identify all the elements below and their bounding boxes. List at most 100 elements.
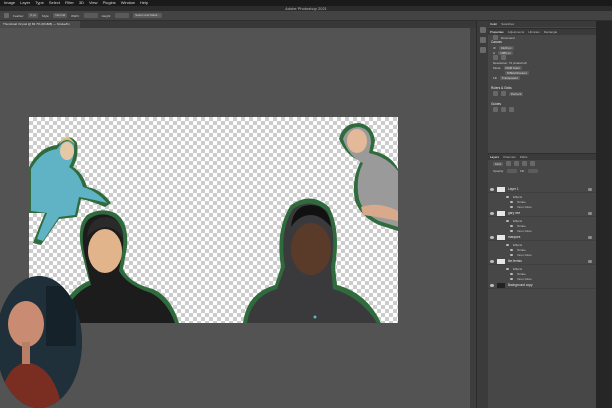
feather-input[interactable]: 0 px (28, 13, 38, 18)
layer-thumbnail (497, 282, 505, 288)
visibility-eye-icon[interactable] (490, 187, 494, 191)
visibility-eye-icon[interactable] (490, 235, 494, 239)
document-label: Document (501, 35, 515, 40)
visibility-eye-icon[interactable] (490, 283, 494, 287)
visibility-eye-icon[interactable] (506, 243, 509, 246)
resize-icon[interactable] (501, 55, 506, 60)
resolution-text: Resolution: 72 pixels/inch (493, 60, 528, 65)
effect-row[interactable]: Inner Glow (488, 204, 596, 209)
fill-label: Fill (493, 75, 497, 80)
guides-color-icon[interactable] (509, 107, 514, 112)
visibility-eye-icon[interactable] (510, 253, 513, 256)
history-icon[interactable] (480, 27, 486, 33)
effect-label: Effects (513, 242, 523, 247)
tab-paths[interactable]: Paths (520, 154, 528, 160)
fill-select[interactable]: Transparent (499, 75, 520, 80)
filter-adjust-icon[interactable] (514, 161, 520, 166)
canvas-height-field[interactable]: 1080 px (498, 50, 513, 55)
grid-icon[interactable] (501, 91, 506, 96)
visibility-eye-icon[interactable] (510, 277, 513, 280)
canvas-artwork (29, 123, 398, 323)
effect-row[interactable]: Inner Glow (488, 228, 596, 233)
properties-icon[interactable] (480, 37, 486, 43)
tab-adjustments[interactable]: Adjustments (508, 29, 525, 35)
bit-depth-select[interactable]: 8 Bits/Channel (505, 70, 529, 75)
orientation-icon[interactable] (493, 55, 498, 60)
layers-icon[interactable] (480, 47, 486, 53)
layer-thumbnail (497, 258, 505, 264)
tab-libraries[interactable]: Libraries (528, 29, 540, 35)
height-input[interactable] (115, 13, 130, 18)
visibility-eye-icon[interactable] (490, 259, 494, 263)
effect-label: Inner Glow (517, 252, 532, 257)
filter-shape-icon[interactable] (530, 161, 536, 166)
filter-pixel-icon[interactable] (506, 161, 512, 166)
presenter-video (0, 276, 82, 408)
visibility-eye-icon[interactable] (510, 272, 513, 275)
webcam-overlay (0, 276, 82, 408)
marquee-tool-icon[interactable] (4, 13, 9, 18)
effect-label: Effects (513, 194, 523, 199)
mode-select[interactable]: RGB Color (503, 65, 523, 70)
effect-label: Stroke (517, 199, 526, 204)
visibility-eye-icon[interactable] (510, 200, 513, 203)
width-input[interactable] (83, 13, 98, 18)
mode-label: Mode (493, 65, 501, 70)
filter-type-icon[interactable] (522, 161, 528, 166)
visibility-eye-icon[interactable] (506, 219, 509, 222)
layer-row[interactable]: Layer 1 (488, 186, 596, 193)
tab-channels[interactable]: Channels (503, 154, 516, 160)
color-panel: Color Swatches (488, 21, 596, 29)
person-cutout-tim (339, 123, 398, 231)
options-bar: Feather: 0 px Style: Normal Width: Heigh… (0, 11, 612, 21)
layer-name: tim ferriss (508, 259, 522, 263)
fx-icon[interactable] (588, 235, 592, 239)
guides-icon[interactable] (493, 107, 498, 112)
person-cutout-gary (65, 210, 179, 323)
visibility-eye-icon[interactable] (490, 211, 494, 215)
style-select[interactable]: Normal (53, 13, 68, 18)
visibility-eye-icon[interactable] (510, 229, 513, 232)
effect-label: Stroke (517, 247, 526, 252)
visibility-eye-icon[interactable] (506, 267, 509, 270)
layer-name: gary vee (508, 211, 521, 215)
layer-row[interactable]: gary vee (488, 210, 596, 217)
guides-lock-icon[interactable] (501, 107, 506, 112)
layer-row[interactable]: marques (488, 234, 596, 241)
person-cutout-marques (243, 198, 381, 323)
effect-label: Inner Glow (517, 204, 532, 209)
canvas-width-field[interactable]: 1920 px (498, 45, 514, 50)
width-letter: W (493, 45, 496, 50)
ruler-icon[interactable] (493, 91, 498, 96)
fx-icon[interactable] (588, 259, 592, 263)
visibility-eye-icon[interactable] (506, 195, 509, 198)
layer-row[interactable]: tim ferriss (488, 258, 596, 265)
layer-name: Layer 1 (508, 187, 519, 191)
width-label: Width: (71, 13, 80, 18)
select-and-mask-button[interactable]: Select and Mask... (133, 13, 162, 18)
layer-thumbnail (497, 186, 505, 192)
layer-row-background[interactable]: Background copy (488, 282, 596, 289)
tab-color[interactable]: Color (490, 21, 497, 27)
tab-layers[interactable]: Layers (490, 154, 499, 160)
fx-icon[interactable] (588, 211, 592, 215)
effect-row[interactable]: Inner Glow (488, 276, 596, 281)
effect-row[interactable]: Inner Glow (488, 252, 596, 257)
effect-label: Stroke (517, 271, 526, 276)
style-label: Style: (41, 13, 50, 18)
opacity-field[interactable] (507, 168, 518, 173)
visibility-eye-icon[interactable] (510, 248, 513, 251)
ruler-units-select[interactable]: Percent (509, 91, 524, 96)
visibility-eye-icon[interactable] (510, 205, 513, 208)
layer-filter-kind[interactable]: Kind (493, 161, 504, 166)
fx-icon[interactable] (588, 187, 592, 191)
layer-thumbnail (497, 210, 505, 216)
tab-rectangle[interactable]: Rectangle (544, 29, 558, 35)
document-tabs: Thumbnail V2.psd @ 66.7% (RGB/8) — Strok… (0, 21, 476, 28)
layer-fill-field[interactable] (527, 168, 538, 173)
height-label: Height: (101, 13, 112, 18)
tab-swatches[interactable]: Swatches (501, 21, 514, 27)
visibility-eye-icon[interactable] (510, 224, 513, 227)
document-canvas[interactable] (29, 117, 398, 323)
document-tab[interactable]: Thumbnail V2.psd @ 66.7% (RGB/8) — Strok… (0, 21, 80, 28)
